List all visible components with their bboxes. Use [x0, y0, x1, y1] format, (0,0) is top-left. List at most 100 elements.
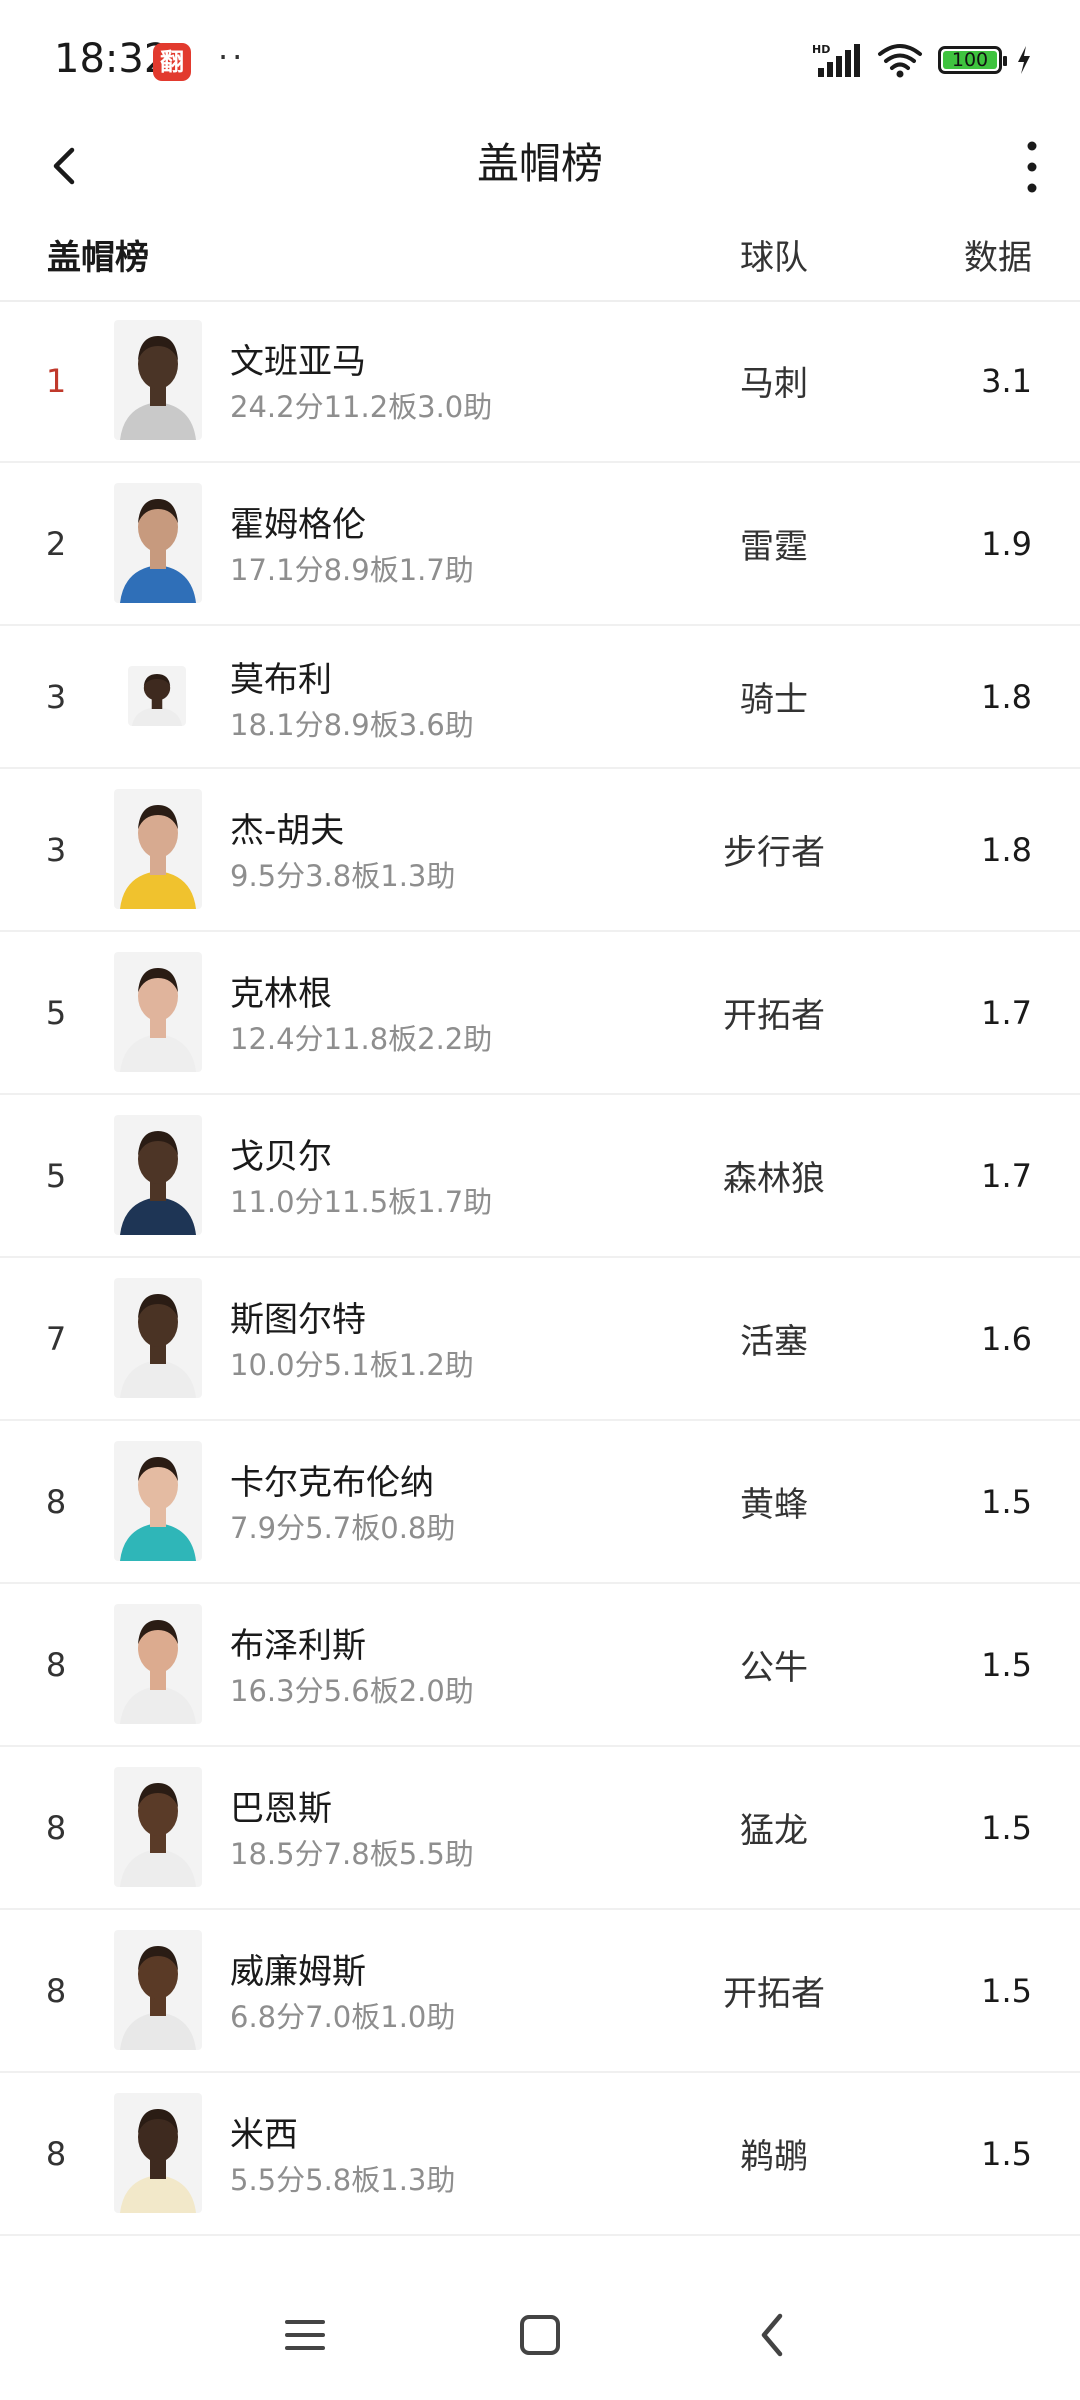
player-name: 杰-胡夫: [230, 811, 345, 851]
player-stats: 5.5分5.8板1.3助: [230, 2163, 456, 2197]
player-stats: 24.2分11.2板3.0助: [230, 390, 493, 424]
home-square-icon: [520, 2315, 560, 2355]
menu-icon: [285, 2320, 325, 2350]
player-stats: 9.5分3.8板1.3助: [230, 859, 456, 893]
blocks-value: 1.8: [981, 677, 1032, 716]
player-name: 巴恩斯: [230, 1789, 332, 1829]
player-team: 活塞: [740, 1322, 808, 1362]
blocks-value: 1.7: [981, 1156, 1032, 1195]
player-name: 米西: [230, 2115, 298, 2155]
blocks-value: 1.7: [981, 993, 1032, 1032]
leaderboard-row[interactable]: 2 霍姆格伦 17.1分8.9板1.7助 雷霆 1.9: [0, 463, 1080, 626]
rank-number: 5: [45, 1156, 67, 1195]
table-header: 盖帽榜 球队 数据: [0, 222, 1080, 302]
rank-number: 3: [45, 677, 67, 716]
wifi-icon: [878, 44, 922, 78]
player-team: 公牛: [740, 1648, 808, 1688]
charging-icon: [1018, 46, 1030, 74]
player-name: 斯图尔特: [230, 1300, 366, 1340]
blocks-value: 1.5: [981, 1808, 1032, 1847]
blocks-value: 1.5: [981, 2134, 1032, 2173]
rank-number: 8: [45, 2134, 67, 2173]
battery-level: 100: [951, 49, 989, 71]
leaderboard-row[interactable]: 8 巴恩斯 18.5分7.8板5.5助 猛龙 1.5: [0, 1747, 1080, 1910]
more-vertical-icon: [1027, 141, 1037, 193]
blocks-value: 1.5: [981, 1645, 1032, 1684]
player-name: 莫布利: [230, 660, 332, 700]
player-stats: 18.5分7.8板5.5助: [230, 1837, 474, 1871]
leaderboard-row[interactable]: 5 戈贝尔 11.0分11.5板1.7助 森林狼 1.7: [0, 1095, 1080, 1258]
player-avatar: [114, 1115, 202, 1235]
rank-number: 7: [45, 1319, 67, 1358]
rank-number: 3: [45, 830, 67, 869]
blocks-value: 1.9: [981, 524, 1032, 563]
leaderboard-row[interactable]: 3 杰-胡夫 9.5分3.8板1.3助 步行者 1.8: [0, 769, 1080, 932]
player-avatar: [114, 2093, 202, 2213]
leaderboard-row[interactable]: 8 卡尔克布伦纳 7.9分5.7板0.8助 黄蜂 1.5: [0, 1421, 1080, 1584]
player-avatar: [114, 1767, 202, 1887]
player-stats: 11.0分11.5板1.7助: [230, 1185, 493, 1219]
player-avatar: [114, 1604, 202, 1724]
player-stats: 7.9分5.7板0.8助: [230, 1511, 456, 1545]
player-avatar: [114, 1930, 202, 2050]
leaderboard-row[interactable]: 8 米西 5.5分5.8板1.3助 鹈鹕 1.5: [0, 2073, 1080, 2236]
more-notifications-dots: ··: [218, 38, 247, 76]
rank-number: 8: [45, 1808, 67, 1847]
player-name: 卡尔克布伦纳: [230, 1463, 434, 1503]
status-time: 18:32: [54, 36, 170, 82]
rank-number: 8: [45, 1645, 67, 1684]
column-header-data: 数据: [964, 238, 1032, 278]
leaderboard-row[interactable]: 5 克林根 12.4分11.8板2.2助 开拓者 1.7: [0, 932, 1080, 1095]
player-avatar: [114, 320, 202, 440]
leaderboard-row[interactable]: 1 文班亚马 24.2分11.2板3.0助 马刺 3.1: [0, 300, 1080, 463]
system-nav-bar: [0, 2270, 1080, 2400]
player-name: 威廉姆斯: [230, 1952, 366, 1992]
page-title: 盖帽榜: [476, 139, 603, 188]
player-avatar: [114, 952, 202, 1072]
player-avatar: [114, 789, 202, 909]
player-avatar: [114, 1278, 202, 1398]
player-name: 克林根: [230, 974, 332, 1014]
battery-icon: 100: [938, 46, 1007, 74]
player-team: 猛龙: [740, 1811, 808, 1851]
player-team: 步行者: [723, 833, 825, 873]
top-app-bar: 盖帽榜: [0, 110, 1080, 240]
player-name: 霍姆格伦: [230, 505, 366, 545]
blocks-value: 1.5: [981, 1482, 1032, 1521]
blocks-value: 1.5: [981, 1971, 1032, 2010]
player-avatar: [114, 1441, 202, 1561]
blocks-value: 1.6: [981, 1319, 1032, 1358]
back-triangle-icon: [761, 2313, 783, 2357]
signal-icon: HD: [812, 43, 860, 77]
player-avatar: [114, 483, 202, 603]
menu-button[interactable]: [271, 2300, 341, 2370]
player-stats: 17.1分8.9板1.7助: [230, 553, 474, 587]
system-back-button[interactable]: [738, 2300, 808, 2370]
more-options-button[interactable]: [1002, 124, 1062, 214]
player-team: 马刺: [740, 364, 808, 404]
player-stats: 16.3分5.6板2.0助: [230, 1674, 474, 1708]
status-icons: HD 100: [812, 40, 1032, 80]
rank-number: 2: [45, 524, 67, 563]
column-header-team: 球队: [740, 238, 808, 278]
player-stats: 12.4分11.8板2.2助: [230, 1022, 493, 1056]
column-header-title: 盖帽榜: [47, 238, 149, 278]
player-team: 开拓者: [723, 1974, 825, 2014]
home-button[interactable]: [505, 2300, 575, 2370]
rank-number: 1: [45, 361, 67, 400]
leaderboard-row[interactable]: 3 莫布利 18.1分8.9板3.6助 骑士 1.8: [0, 626, 1080, 769]
leaderboard-row[interactable]: 8 布泽利斯 16.3分5.6板2.0助 公牛 1.5: [0, 1584, 1080, 1747]
player-team: 鹈鹕: [740, 2137, 808, 2177]
blocks-value: 1.8: [981, 830, 1032, 869]
rank-number: 8: [45, 1971, 67, 2010]
rank-number: 5: [45, 993, 67, 1032]
player-name: 戈贝尔: [230, 1137, 332, 1177]
signal-hd-label: HD: [812, 43, 830, 56]
leaderboard-row[interactable]: 8 威廉姆斯 6.8分7.0板1.0助 开拓者 1.5: [0, 1910, 1080, 2073]
leaderboard-row[interactable]: 7 斯图尔特 10.0分5.1板1.2助 活塞 1.6: [0, 1258, 1080, 1421]
player-stats: 10.0分5.1板1.2助: [230, 1348, 474, 1382]
status-bar: 18:32 翻 ·· HD 100: [0, 0, 1080, 110]
player-team: 黄蜂: [740, 1485, 808, 1525]
player-team: 森林狼: [723, 1159, 825, 1199]
player-team: 雷霆: [740, 527, 808, 567]
